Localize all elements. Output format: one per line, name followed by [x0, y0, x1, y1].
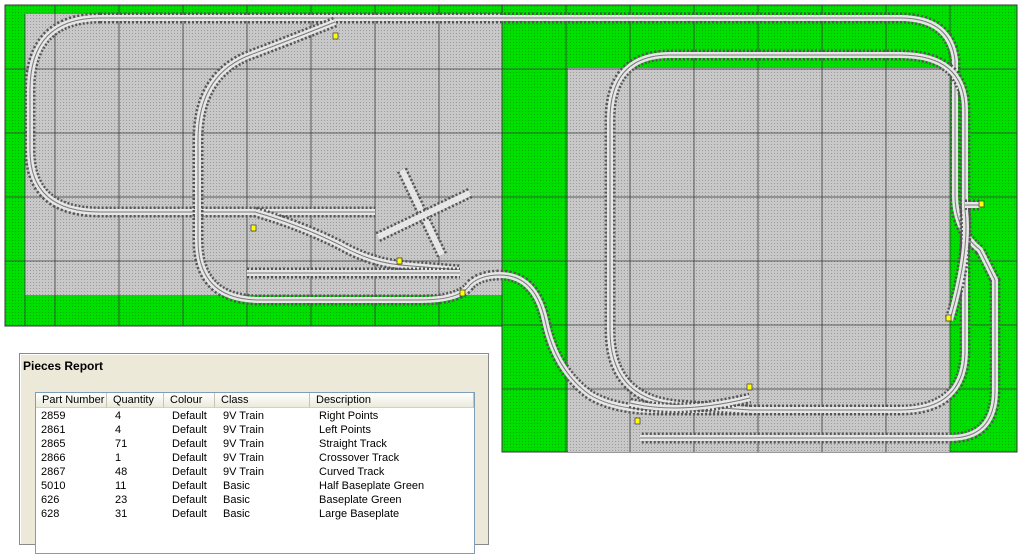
- col-header-quantity[interactable]: Quantity: [107, 393, 164, 408]
- cell-qty: 71: [115, 438, 128, 450]
- col-header-description[interactable]: Description: [310, 393, 474, 408]
- cell-colour: Default: [172, 438, 207, 450]
- table-row[interactable]: 626 23 Default Basic Baseplate Green: [36, 493, 474, 507]
- col-header-class[interactable]: Class: [215, 393, 310, 408]
- point-marker[interactable]: [332, 32, 339, 40]
- cell-colour: Default: [172, 410, 207, 422]
- cell-description: Half Baseplate Green: [319, 480, 425, 492]
- cell-qty: 31: [115, 508, 128, 520]
- cell-qty: 11: [115, 480, 127, 492]
- cell-class: 9V Train: [223, 438, 264, 450]
- cell-description: Left Points: [319, 424, 371, 436]
- point-marker[interactable]: [746, 383, 753, 391]
- cell-class: 9V Train: [223, 410, 264, 422]
- cell-class: 9V Train: [223, 452, 264, 464]
- cell-description: Large Baseplate: [319, 508, 400, 520]
- cell-description: Baseplate Green: [319, 494, 402, 506]
- cell-description: Curved Track: [319, 466, 385, 478]
- pieces-report-dialog[interactable]: Pieces Report Part Number Quantity Colou…: [19, 353, 489, 554]
- cell-part: 2865: [41, 438, 66, 450]
- point-marker[interactable]: [250, 224, 257, 232]
- cell-part: 626: [41, 494, 60, 506]
- table-row[interactable]: 2866 1 Default 9V Train Crossover Track: [36, 451, 474, 465]
- cell-colour: Default: [172, 466, 207, 478]
- cell-part: 2866: [41, 452, 66, 464]
- cell-class: Basic: [223, 480, 250, 492]
- cell-part: 2861: [41, 424, 66, 436]
- cell-class: Basic: [223, 508, 250, 520]
- table-row[interactable]: 2861 4 Default 9V Train Left Points: [36, 423, 474, 437]
- cell-part: 2859: [41, 410, 66, 422]
- cell-class: Basic: [223, 494, 250, 506]
- cell-part: 5010: [41, 480, 66, 492]
- col-header-colour[interactable]: Colour: [164, 393, 215, 408]
- table-row[interactable]: 2865 71 Default 9V Train Straight Track: [36, 437, 474, 451]
- cell-qty: 48: [115, 466, 128, 478]
- cell-colour: Default: [172, 452, 207, 464]
- cell-qty: 4: [115, 410, 122, 422]
- cell-qty: 1: [115, 452, 122, 464]
- point-marker[interactable]: [459, 289, 466, 297]
- table-row[interactable]: 2859 4 Default 9V Train Right Points: [36, 409, 474, 423]
- point-marker[interactable]: [945, 314, 952, 322]
- point-marker[interactable]: [396, 257, 403, 265]
- cell-class: 9V Train: [223, 466, 264, 478]
- table-row[interactable]: 628 31 Default Basic Large Baseplate: [36, 507, 474, 521]
- cell-part: 2867: [41, 466, 66, 478]
- cell-qty: 4: [115, 424, 122, 436]
- table-row[interactable]: 5010 11 Default Basic Half Baseplate Gre…: [36, 479, 474, 493]
- cell-class: 9V Train: [223, 424, 264, 436]
- cell-colour: Default: [172, 424, 207, 436]
- table-row[interactable]: 2867 48 Default 9V Train Curved Track: [36, 465, 474, 479]
- dialog-title: Pieces Report: [23, 359, 104, 373]
- cell-colour: Default: [172, 508, 207, 520]
- col-header-part-number[interactable]: Part Number: [36, 393, 107, 408]
- cell-description: Right Points: [319, 410, 379, 422]
- cell-description: Crossover Track: [319, 452, 400, 464]
- point-marker[interactable]: [634, 417, 641, 425]
- list-header: Part Number Quantity Colour Class Descri…: [36, 393, 474, 409]
- cell-qty: 23: [115, 494, 128, 506]
- cell-colour: Default: [172, 494, 207, 506]
- cell-part: 628: [41, 508, 60, 520]
- cell-colour: Default: [172, 480, 207, 492]
- cell-description: Straight Track: [319, 438, 387, 450]
- point-marker[interactable]: [978, 200, 985, 208]
